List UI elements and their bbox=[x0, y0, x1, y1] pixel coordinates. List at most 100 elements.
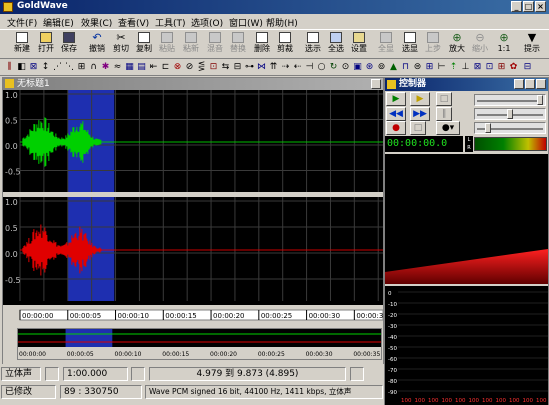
effect-filter-icon[interactable]: ▤ bbox=[136, 61, 147, 74]
speed-slider[interactable] bbox=[474, 122, 546, 134]
maximize-button[interactable]: □ bbox=[523, 1, 534, 12]
replace-icon bbox=[232, 32, 244, 43]
effect-fade-out-icon[interactable]: ⋱ bbox=[64, 61, 75, 74]
right-scale-label: -0.5 bbox=[5, 276, 21, 285]
zoom-out-button[interactable]: ⊖ 缩小 bbox=[470, 32, 490, 58]
controller-close-button[interactable] bbox=[536, 79, 546, 89]
show-all-button[interactable]: 全显 bbox=[376, 32, 396, 58]
effect-offset-icon[interactable]: ⊏ bbox=[160, 61, 171, 74]
effect-dc-offset-icon[interactable]: ⊚ bbox=[376, 61, 387, 74]
effect-limiter-icon[interactable]: ⊓ bbox=[400, 61, 411, 74]
menu-effects[interactable]: 效果(C) bbox=[81, 16, 112, 29]
effect-smooth-icon[interactable]: ⊞ bbox=[424, 61, 435, 74]
zoom-in-button[interactable]: ⊕ 放大 bbox=[447, 32, 467, 58]
controller-maximize-button[interactable] bbox=[525, 79, 535, 89]
controller-minimize-button[interactable] bbox=[514, 79, 524, 89]
effect-expand-icon[interactable]: ⇡ bbox=[448, 61, 459, 74]
effect-volume-icon[interactable]: ∩ bbox=[88, 61, 99, 74]
record-pause-button[interactable]: □ bbox=[410, 121, 426, 135]
effect-mechanize-icon[interactable]: ≈ bbox=[112, 61, 123, 74]
effect-normalize-icon[interactable]: ⊜ bbox=[412, 61, 423, 74]
effect-pop-icon[interactable]: ⊡ bbox=[484, 61, 495, 74]
effect-reverb-icon[interactable]: ⊡ bbox=[208, 61, 219, 74]
rewind-button[interactable]: ◀◀ bbox=[386, 107, 406, 121]
effect-phase-icon[interactable]: ↻ bbox=[328, 61, 339, 74]
hint-button[interactable]: ▼ 提示 bbox=[522, 32, 542, 58]
waveform-area[interactable]: 1.0 0.5 0.0 -0.5 1.0 0.5 0.0 -0.5 00:00:00 00:00:… bbox=[3, 90, 427, 364]
effect-pitch-icon[interactable]: ⊘ bbox=[184, 61, 195, 74]
trim-button[interactable]: 剪裁 bbox=[275, 32, 295, 58]
zoom-one-button[interactable]: ⊕ 1:1 bbox=[494, 32, 514, 58]
play-selection-button[interactable]: ▶ bbox=[410, 92, 430, 106]
volume-slider[interactable] bbox=[474, 94, 546, 106]
save-button[interactable]: 保存 bbox=[59, 32, 79, 58]
copy-button[interactable]: 复制 bbox=[134, 32, 154, 58]
new-button[interactable]: 新建 bbox=[12, 32, 32, 58]
undo-button[interactable]: ↶ 撤销 bbox=[87, 32, 107, 58]
replace-button[interactable]: 替换 bbox=[228, 32, 248, 58]
select-view-button[interactable]: 选示 bbox=[303, 32, 323, 58]
effect-compress-icon[interactable]: ⊞ bbox=[76, 61, 87, 74]
effect-stereo-icon[interactable]: ⊶ bbox=[244, 61, 255, 74]
overview-canvas[interactable]: 00:00:00 00:00:05 00:00:10 00:00:15 00:00:20… bbox=[18, 329, 420, 359]
previous-button[interactable]: 上步 bbox=[423, 32, 443, 58]
effect-doppler-icon[interactable]: ⫼ bbox=[4, 61, 15, 74]
stop-button[interactable]: □ bbox=[436, 92, 452, 106]
effect-playback-rate-icon[interactable]: ⇢ bbox=[280, 61, 291, 74]
effect-copy-channel-icon[interactable]: ⊛ bbox=[364, 61, 375, 74]
effect-marker-icon[interactable]: ⊙ bbox=[340, 61, 351, 74]
effect-menu-icon[interactable]: ⊟ bbox=[522, 61, 533, 74]
effect-invert-icon[interactable]: ⊠ bbox=[28, 61, 39, 74]
play-button[interactable]: ▶ bbox=[386, 92, 406, 106]
effect-reverse-icon[interactable]: ⇆ bbox=[220, 61, 231, 74]
pause-button[interactable]: ∥ bbox=[436, 107, 452, 121]
effect-channel-icon[interactable]: ↕ bbox=[40, 61, 51, 74]
play-icon: ▶ bbox=[392, 94, 400, 104]
open-button[interactable]: 打开 bbox=[36, 32, 56, 58]
delete-button[interactable]: 删除 bbox=[252, 32, 272, 58]
effect-resize-icon[interactable]: ⊢ bbox=[436, 61, 447, 74]
effect-clip-icon[interactable]: ⊞ bbox=[496, 61, 507, 74]
effect-hiss-icon[interactable]: ⊠ bbox=[472, 61, 483, 74]
effect-spectrum-icon[interactable]: ⊣ bbox=[304, 61, 315, 74]
effect-noise-icon[interactable]: ⊗ bbox=[172, 61, 183, 74]
show-selection-button[interactable]: 选显 bbox=[400, 32, 420, 58]
mix-button[interactable]: 混音 bbox=[205, 32, 225, 58]
balance-slider[interactable] bbox=[474, 108, 546, 120]
paste-button[interactable]: 粘贴 bbox=[157, 32, 177, 58]
effect-pan-icon[interactable]: ⇤ bbox=[148, 61, 159, 74]
effect-gate-icon[interactable]: ▲ bbox=[388, 61, 399, 74]
effect-time-warp-icon[interactable]: ⋈ bbox=[256, 61, 267, 74]
fast-forward-button[interactable]: ▶▶ bbox=[410, 107, 430, 121]
effect-echo-icon[interactable]: ◧ bbox=[16, 61, 27, 74]
select-all-button[interactable]: 全选 bbox=[326, 32, 346, 58]
settings-button[interactable]: 设置 bbox=[349, 32, 369, 58]
menu-edit[interactable]: 编辑(E) bbox=[43, 16, 74, 29]
waveform-canvas[interactable]: 1.00.50.0-0.51.00.50.0-0.500:00:00 00:00:… bbox=[3, 90, 427, 364]
document-maximize-button[interactable] bbox=[371, 79, 381, 89]
effect-fade-in-icon[interactable]: ⋰ bbox=[52, 61, 63, 74]
effect-auto-gain-icon[interactable]: ⇈ bbox=[268, 61, 279, 74]
effect-match-icon[interactable]: ⊥ bbox=[460, 61, 471, 74]
effect-flanger-icon[interactable]: ✱ bbox=[100, 61, 111, 74]
menu-view[interactable]: 查看(V) bbox=[118, 16, 149, 29]
menu-window[interactable]: 窗口(W) bbox=[229, 16, 263, 29]
paste-new-button[interactable]: 粘新 bbox=[181, 32, 201, 58]
overview-strip[interactable]: 00:00:00 00:00:05 00:00:10 00:00:15 00:00:20… bbox=[17, 328, 420, 360]
effect-cue-icon[interactable]: ▣ bbox=[352, 61, 363, 74]
minimize-button[interactable]: _ bbox=[511, 1, 522, 12]
menu-tools[interactable]: 工具(T) bbox=[155, 16, 186, 29]
effect-resample-icon[interactable]: ⋚ bbox=[196, 61, 207, 74]
effect-volume-shape-icon[interactable]: ✿ bbox=[508, 61, 519, 74]
effect-loop-icon[interactable]: ○ bbox=[316, 61, 327, 74]
record-mode-button[interactable]: ●▾ bbox=[436, 121, 460, 135]
menu-file[interactable]: 文件(F) bbox=[7, 16, 37, 29]
effect-equalizer-icon[interactable]: ▦ bbox=[124, 61, 135, 74]
cut-button[interactable]: ✂ 剪切 bbox=[111, 32, 131, 58]
effect-shift-icon[interactable]: ⇠ bbox=[292, 61, 303, 74]
menu-help[interactable]: 帮助(H) bbox=[266, 16, 298, 29]
record-button[interactable]: ● bbox=[386, 121, 406, 135]
close-button[interactable]: × bbox=[535, 1, 546, 12]
menu-options[interactable]: 选项(O) bbox=[191, 16, 223, 29]
effect-silence-icon[interactable]: ⊟ bbox=[232, 61, 243, 74]
